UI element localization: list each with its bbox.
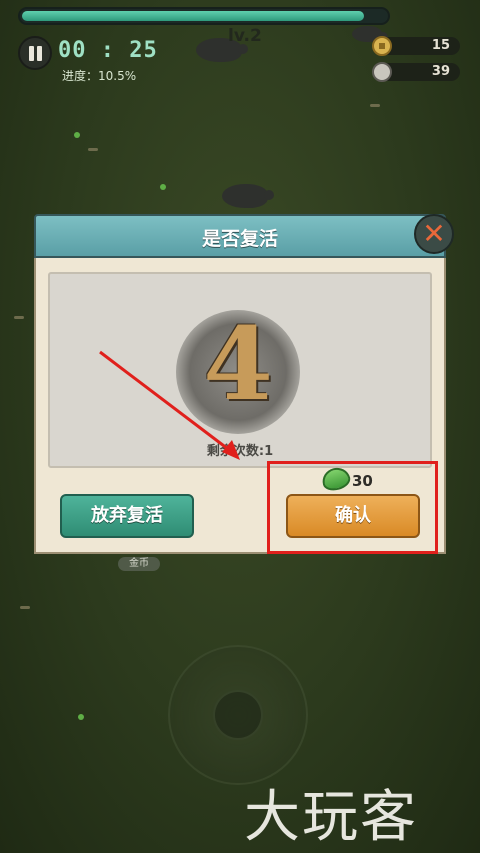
grass-speck — [74, 132, 80, 138]
joystick-knob[interactable] — [213, 690, 263, 740]
coin-icon — [372, 36, 392, 56]
revive-count-text: 剩余次数:1 — [206, 444, 274, 459]
kill-icon — [372, 62, 392, 82]
grass-speck — [78, 714, 84, 720]
grass-speck — [160, 184, 166, 190]
progress-text: 进度：10.5% — [62, 69, 137, 83]
dialog-title: 是否复活 — [201, 228, 278, 250]
highlight-box — [267, 461, 438, 554]
give-up-revive-button[interactable]: 放弃复活 — [60, 494, 194, 538]
xp-progress-fill — [22, 11, 364, 21]
boar-enemy — [222, 184, 274, 208]
survival-timer: 00 : 25 — [58, 38, 158, 63]
close-icon: ✕ — [422, 217, 446, 250]
dirt-patch — [370, 104, 380, 107]
level-label: lv.2 — [228, 26, 262, 46]
dirt-patch — [20, 606, 30, 609]
gold-label: 金币 — [118, 557, 160, 571]
pause-button[interactable] — [18, 36, 52, 70]
close-button[interactable]: ✕ — [414, 214, 454, 254]
dirt-patch — [14, 316, 24, 319]
watermark: 大玩客 — [244, 785, 418, 850]
countdown-number: 4 — [203, 305, 273, 423]
dirt-patch — [88, 148, 98, 151]
xp-progress-bar — [18, 7, 390, 25]
